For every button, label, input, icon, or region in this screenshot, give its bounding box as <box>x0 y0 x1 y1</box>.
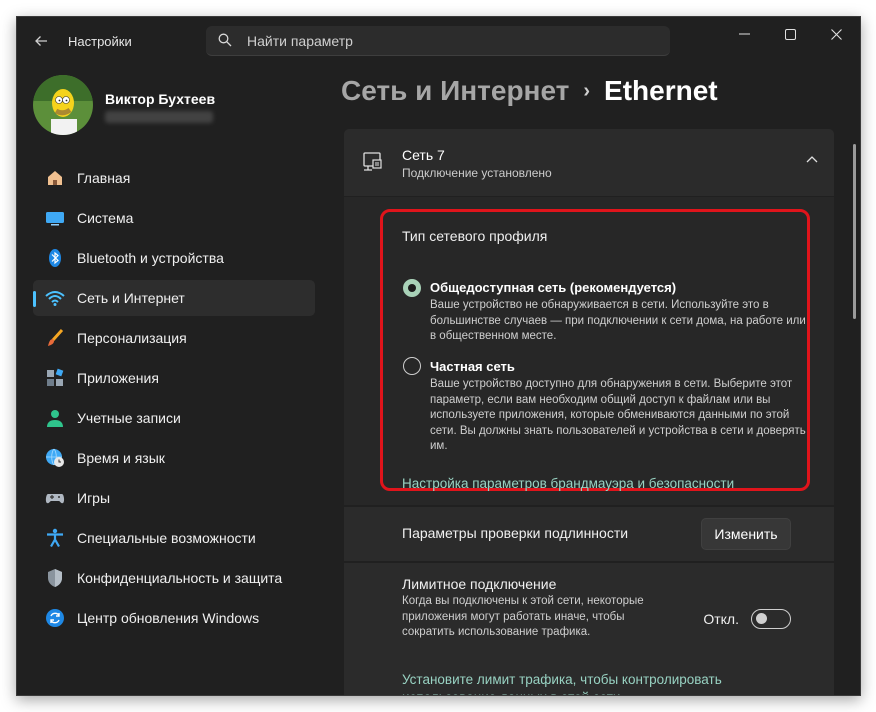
public-network-radio[interactable] <box>403 279 421 297</box>
update-icon <box>45 608 65 628</box>
metered-connection-description: Когда вы подключены к этой сети, некотор… <box>402 595 644 638</box>
sidebar-item-bluetooth[interactable]: Bluetooth и устройства <box>33 240 315 276</box>
private-network-radio[interactable] <box>403 357 421 375</box>
user-name: Виктор Бухтеев <box>105 91 216 107</box>
data-limit-link[interactable]: Установите лимит трафика, чтобы контроли… <box>402 671 742 695</box>
sidebar-item-label: Время и язык <box>77 450 165 466</box>
network-name: Сеть 7 <box>402 147 445 163</box>
search-box[interactable]: Найти параметр <box>206 26 670 56</box>
sidebar-item-apps[interactable]: Приложения <box>33 360 315 396</box>
sidebar-item-accessibility[interactable]: Специальные возможности <box>33 520 315 556</box>
profile-type-title: Тип сетевого профиля <box>402 228 548 244</box>
system-icon <box>45 208 65 228</box>
wifi-icon <box>45 288 65 308</box>
private-network-title[interactable]: Частная сеть <box>430 359 515 374</box>
sidebar-item-system[interactable]: Система <box>33 200 315 236</box>
title-bar: Настройки Найти параметр <box>17 17 860 65</box>
public-network-title[interactable]: Общедоступная сеть (рекомендуется) <box>430 280 676 295</box>
breadcrumb: Сеть и Интернет › Ethernet <box>341 75 718 107</box>
network-profile-section: Тип сетевого профиля Общедоступная сеть … <box>344 197 834 505</box>
firewall-settings-link[interactable]: Настройка параметров брандмауэра и безоп… <box>402 476 734 491</box>
back-arrow-icon <box>35 36 47 46</box>
sidebar-item-label: Игры <box>77 490 111 506</box>
settings-window: Настройки Найти параметр Виктор Бухтеев … <box>16 16 861 696</box>
minimize-icon <box>738 33 750 35</box>
sidebar-item-label: Система <box>77 210 134 226</box>
private-network-description: Ваше устройство доступно для обнаружения… <box>430 378 806 452</box>
apps-icon <box>45 368 65 388</box>
metered-connection-row: Лимитное подключение Когда вы подключены… <box>344 563 834 695</box>
sidebar-item-label: Специальные возможности <box>77 530 256 546</box>
sidebar-item-personalization[interactable]: Персонализация <box>33 320 315 356</box>
breadcrumb-separator: › <box>583 80 591 102</box>
user-email-redacted <box>105 111 213 123</box>
network-card-header[interactable]: Сеть 7 Подключение установлено <box>344 129 834 196</box>
account-icon <box>45 408 65 428</box>
sidebar-item-time-language[interactable]: Время и язык <box>33 440 315 476</box>
auth-settings-row: Параметры проверки подлинности Изменить <box>344 507 834 561</box>
avatar <box>33 75 93 135</box>
accessibility-icon <box>45 528 65 548</box>
auth-settings-label: Параметры проверки подлинности <box>402 525 629 541</box>
sidebar-item-home[interactable]: Главная <box>33 160 315 196</box>
search-placeholder: Найти параметр <box>247 33 353 49</box>
sidebar-item-label: Приложения <box>77 370 159 386</box>
sidebar-item-gaming[interactable]: Игры <box>33 480 315 516</box>
ethernet-icon <box>363 152 382 171</box>
public-network-description: Ваше устройство не обнаруживается в сети… <box>430 299 806 342</box>
chevron-up-icon[interactable] <box>806 155 818 163</box>
metered-toggle-state: Откл. <box>703 611 739 627</box>
bluetooth-icon <box>45 248 65 268</box>
minimize-button[interactable] <box>721 17 767 51</box>
app-title: Настройки <box>68 34 132 49</box>
close-button[interactable] <box>813 17 859 51</box>
metered-connection-toggle[interactable] <box>751 609 791 629</box>
sidebar-item-accounts[interactable]: Учетные записи <box>33 400 315 436</box>
page-title: Ethernet <box>604 75 718 106</box>
sidebar-item-label: Учетные записи <box>77 410 181 426</box>
sidebar-item-label: Bluetooth и устройства <box>77 250 224 266</box>
maximize-icon <box>784 28 796 40</box>
brush-icon <box>45 328 65 348</box>
maximize-button[interactable] <box>767 17 813 51</box>
gamepad-icon <box>45 488 65 508</box>
sidebar-item-network[interactable]: Сеть и Интернет <box>33 280 315 316</box>
sidebar-item-windows-update[interactable]: Центр обновления Windows <box>33 600 315 636</box>
scrollbar-thumb[interactable] <box>853 144 856 319</box>
back-button[interactable] <box>29 29 53 53</box>
home-icon <box>45 168 65 188</box>
search-icon <box>218 33 232 47</box>
edit-auth-button[interactable]: Изменить <box>701 518 791 550</box>
shield-icon <box>45 568 65 588</box>
sidebar-item-privacy[interactable]: Конфиденциальность и защита <box>33 560 315 596</box>
sidebar-item-label: Сеть и Интернет <box>77 290 185 306</box>
metered-connection-title: Лимитное подключение <box>402 576 557 592</box>
sidebar-item-label: Персонализация <box>77 330 187 346</box>
breadcrumb-parent[interactable]: Сеть и Интернет <box>341 75 569 106</box>
network-status: Подключение установлено <box>402 166 552 180</box>
sidebar-item-label: Центр обновления Windows <box>77 610 260 626</box>
close-icon <box>830 28 842 40</box>
sidebar-nav: Главная Система Bluetooth и устройства С… <box>33 160 315 640</box>
globe-clock-icon <box>45 448 65 468</box>
sidebar-item-label: Конфиденциальность и защита <box>77 570 283 586</box>
sidebar-item-label: Главная <box>77 170 131 186</box>
